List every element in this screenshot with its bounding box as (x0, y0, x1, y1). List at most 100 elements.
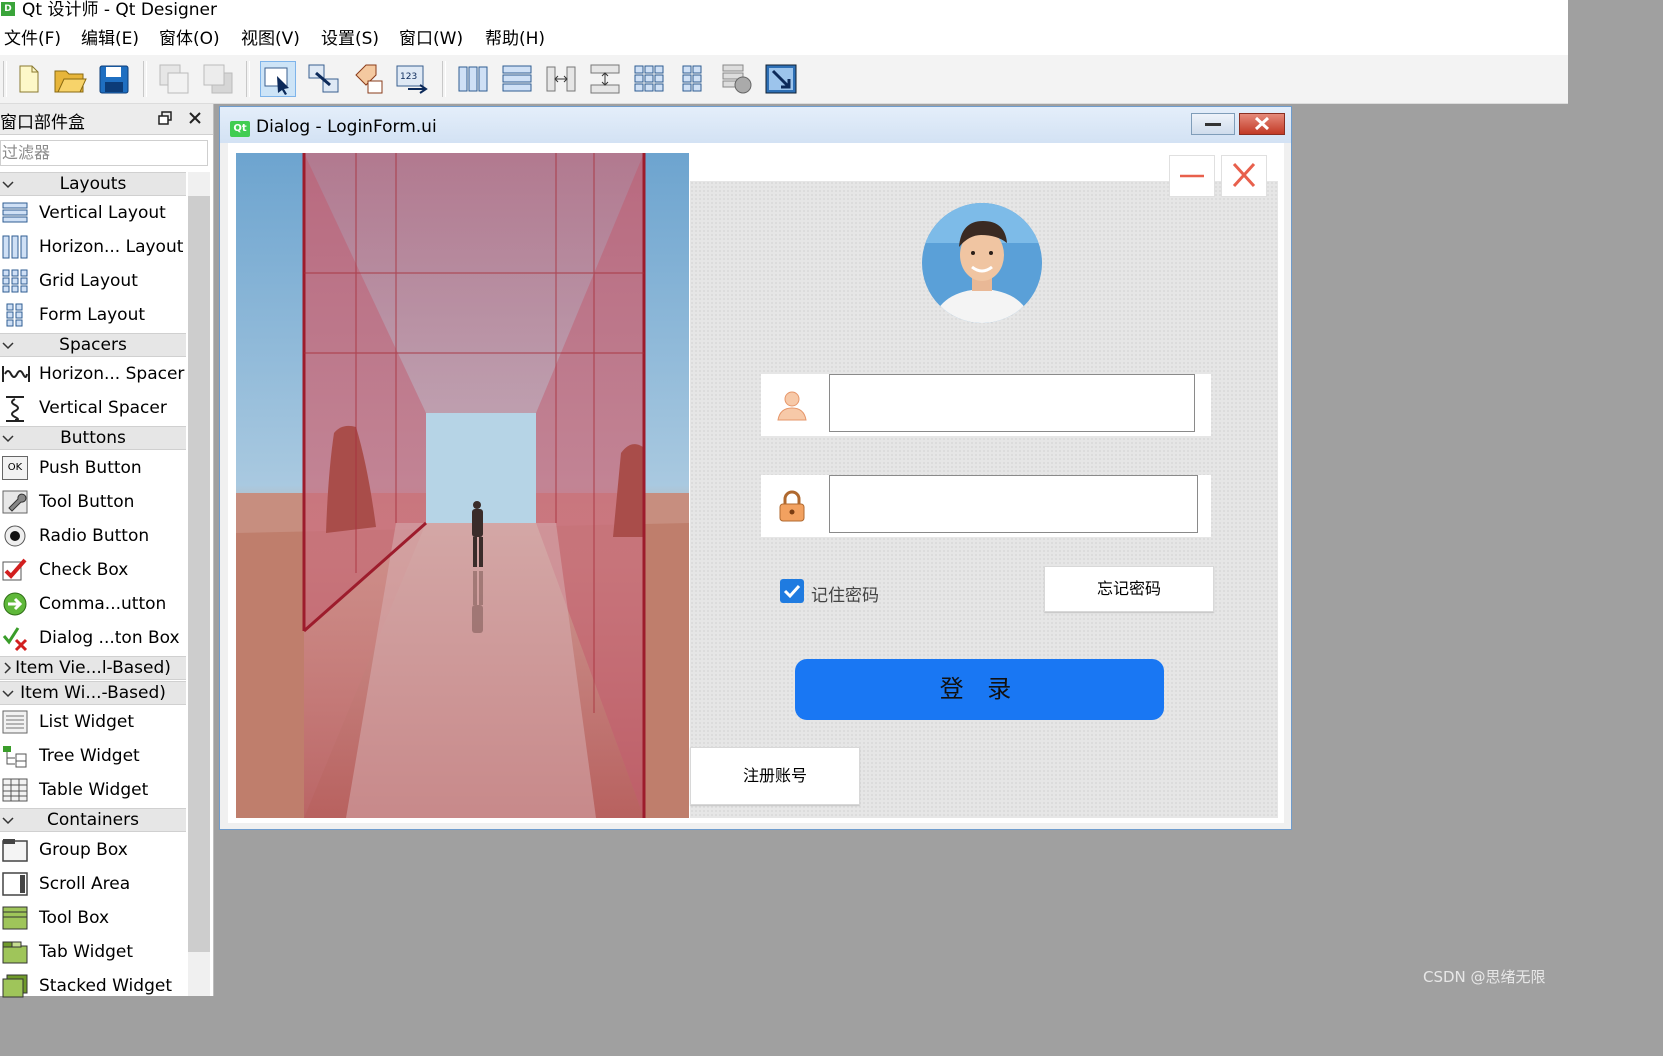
form-close-button[interactable] (1221, 155, 1267, 197)
password-row (761, 475, 1211, 537)
check-box-icon (2, 558, 28, 582)
widget-item-horizontal-spacer[interactable]: Horizon... Spacer (0, 357, 186, 391)
category-layouts[interactable]: Layouts (0, 172, 186, 196)
lay-out-horizontally-icon[interactable] (455, 61, 491, 97)
password-input[interactable] (829, 475, 1198, 533)
form-layout-icon (2, 303, 28, 327)
login-button[interactable]: 登 录 (795, 659, 1164, 720)
remember-password-checkbox[interactable]: 记住密码 (780, 577, 900, 607)
lay-out-vertically-icon[interactable] (499, 61, 535, 97)
grid-layout-icon (2, 269, 28, 293)
widget-item-list-widget[interactable]: List Widget (0, 705, 186, 739)
close-panel-icon[interactable] (187, 110, 203, 126)
command-link-arrow-icon (2, 592, 28, 616)
grid-layout-icon[interactable] (631, 61, 667, 97)
tab-widget-icon (2, 940, 28, 964)
tree-widget-icon (2, 744, 28, 768)
edit-widgets-icon[interactable] (260, 61, 296, 97)
break-layout-icon[interactable] (719, 61, 755, 97)
widget-item-tool-button[interactable]: Tool Button (0, 485, 186, 519)
widget-item-radio-button[interactable]: Radio Button (0, 519, 186, 553)
username-input[interactable] (829, 374, 1195, 432)
remember-password-label: 记住密码 (811, 586, 879, 606)
widget-item-stacked-widget[interactable]: Stacked Widget (0, 969, 186, 1003)
csdn-watermark: CSDN @思绪无限 (1423, 968, 1546, 986)
bring-to-front-icon[interactable] (156, 61, 192, 97)
widget-item-horizontal-layout[interactable]: Horizon... Layout (0, 230, 186, 264)
widget-item-dialog-button-box[interactable]: Dialog ...ton Box (0, 621, 186, 655)
widget-item-table-widget[interactable]: Table Widget (0, 773, 186, 807)
menu-edit[interactable]: 编辑(E) (81, 28, 139, 50)
dialog-close-button[interactable] (1239, 113, 1285, 135)
widget-item-scroll-area[interactable]: Scroll Area (0, 867, 186, 901)
dialog-title: Dialog - LoginForm.ui (256, 117, 437, 137)
tool-button-icon (2, 490, 28, 514)
stacked-widget-icon (2, 974, 28, 998)
widget-item-form-layout[interactable]: Form Layout (0, 298, 186, 332)
checkbox-checked-icon (780, 579, 804, 603)
dialog-minimize-button[interactable] (1191, 113, 1235, 135)
register-account-button[interactable]: 注册账号 (690, 747, 860, 805)
open-form-icon[interactable] (52, 61, 88, 97)
adjust-size-icon[interactable] (763, 61, 799, 97)
vertical-spacer-icon (2, 396, 28, 422)
save-form-icon[interactable] (96, 61, 132, 97)
widget-item-vertical-spacer[interactable]: Vertical Spacer (0, 391, 186, 425)
vertical-layout-icon (2, 201, 28, 225)
widget-item-command-link-button[interactable]: Comma...utton (0, 587, 186, 621)
qt-logo-icon: Qt (230, 121, 250, 137)
menu-bar: 文件(F) 编辑(E) 窗体(O) 视图(V) 设置(S) 窗口(W) 帮助(H… (0, 22, 1568, 55)
widget-item-tool-box[interactable]: Tool Box (0, 901, 186, 935)
radio-button-icon (2, 524, 28, 548)
widget-item-group-box[interactable]: Group Box (0, 833, 186, 867)
widget-box-title: 窗口部件盒 (0, 113, 85, 133)
widget-item-push-button[interactable]: OK Push Button (0, 451, 186, 485)
user-icon (775, 388, 809, 422)
menu-window[interactable]: 窗口(W) (399, 28, 463, 50)
category-item-views[interactable]: Item Vie...l-Based) (0, 656, 186, 680)
menu-view[interactable]: 视图(V) (241, 28, 300, 50)
main-toolbar: 123 (0, 55, 1568, 104)
category-spacers[interactable]: Spacers (0, 333, 186, 357)
menu-help[interactable]: 帮助(H) (485, 28, 545, 50)
widget-box-scrollbar-thumb[interactable] (188, 196, 210, 952)
app-window-title: Qt 设计师 - Qt Designer (22, 0, 217, 20)
horizontal-spacer-icon (2, 362, 30, 386)
scroll-area-icon (2, 872, 28, 896)
edit-signals-slots-icon[interactable] (306, 61, 342, 97)
horizontal-splitter-icon[interactable] (543, 61, 579, 97)
login-cover-image (236, 153, 689, 818)
widget-box-header: 窗口部件盒 (0, 104, 213, 135)
edit-buddies-icon[interactable] (350, 61, 386, 97)
widget-item-grid-layout[interactable]: Grid Layout (0, 264, 186, 298)
new-form-icon[interactable] (10, 61, 46, 97)
edit-tab-order-icon[interactable]: 123 (394, 61, 430, 97)
widget-item-vertical-layout[interactable]: Vertical Layout (0, 196, 186, 230)
toolbar-grip (3, 61, 7, 97)
menu-form[interactable]: 窗体(O) (159, 28, 220, 50)
tool-box-icon (2, 906, 28, 930)
form-window-dialog: Qt Dialog - LoginForm.ui 记住密码 忘记密码 登 录 注… (219, 106, 1292, 830)
widget-item-tree-widget[interactable]: Tree Widget (0, 739, 186, 773)
vertical-splitter-icon[interactable] (587, 61, 623, 97)
forgot-password-button[interactable]: 忘记密码 (1044, 566, 1214, 612)
menu-settings[interactable]: 设置(S) (321, 28, 379, 50)
form-minimize-button[interactable] (1169, 155, 1215, 197)
widget-filter-input[interactable]: 过滤器 (0, 140, 208, 166)
horizontal-layout-icon (2, 235, 28, 259)
widget-item-tab-widget[interactable]: Tab Widget (0, 935, 186, 969)
category-buttons[interactable]: Buttons (0, 426, 186, 450)
table-widget-icon (2, 778, 28, 802)
send-to-back-icon[interactable] (200, 61, 236, 97)
username-row (761, 374, 1211, 436)
category-containers[interactable]: Containers (0, 808, 186, 832)
ok-button-icon: OK (2, 456, 28, 480)
float-panel-icon[interactable] (157, 110, 173, 126)
dialog-title-bar: Qt Dialog - LoginForm.ui (220, 107, 1291, 143)
menu-file[interactable]: 文件(F) (4, 28, 61, 50)
form-layout-icon[interactable] (675, 61, 711, 97)
list-widget-icon (2, 710, 28, 734)
svg-text:123: 123 (400, 72, 417, 82)
category-item-widgets[interactable]: Item Wi...-Based) (0, 681, 186, 705)
widget-item-check-box[interactable]: Check Box (0, 553, 186, 587)
